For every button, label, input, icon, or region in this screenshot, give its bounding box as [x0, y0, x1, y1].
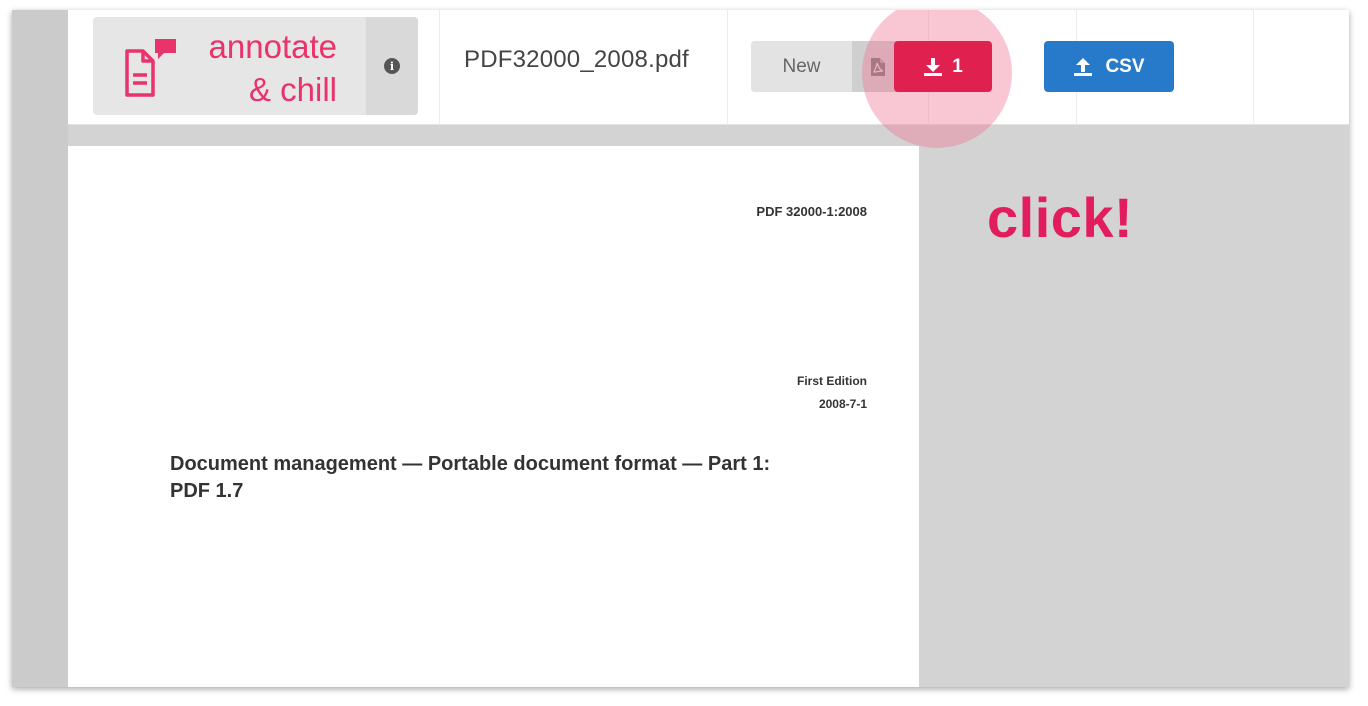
app-window: annotate & chill i PDF32000_2008.pdf New	[12, 10, 1349, 687]
file-name: PDF32000_2008.pdf	[464, 46, 689, 73]
info-button[interactable]: i	[366, 17, 418, 115]
download-icon	[924, 57, 943, 76]
divider	[439, 10, 440, 125]
brand-line2: & chill	[248, 71, 337, 108]
csv-label: CSV	[1105, 55, 1145, 77]
click-callout: click!	[987, 186, 1134, 249]
download-annotations-button[interactable]: 1	[894, 41, 992, 92]
document-comment-icon	[125, 39, 176, 97]
csv-upload-button[interactable]: CSV	[1044, 41, 1174, 92]
new-button[interactable]: New	[751, 41, 852, 92]
info-icon: i	[384, 58, 400, 74]
pdf-page: PDF 32000-1:2008 First Edition 2008-7-1 …	[68, 146, 919, 687]
edition-date: 2008-7-1	[818, 397, 867, 411]
document-id: PDF 32000-1:2008	[756, 204, 867, 219]
brand-logo[interactable]: annotate & chill i	[93, 17, 418, 115]
title-line1: Document management — Portable document …	[170, 453, 771, 475]
left-gutter	[12, 10, 68, 687]
brand-line1: annotate	[208, 28, 337, 65]
divider	[1253, 10, 1254, 125]
edition-block: First Edition 2008-7-1	[797, 370, 867, 416]
title-line2: PDF 1.7	[170, 480, 244, 502]
brand-name: annotate & chill	[187, 25, 337, 111]
divider	[727, 10, 728, 125]
upload-icon	[1074, 57, 1093, 76]
edition-label: First Edition	[797, 374, 867, 388]
download-count: 1	[952, 55, 963, 77]
document-title: Document management — Portable document …	[170, 451, 870, 505]
